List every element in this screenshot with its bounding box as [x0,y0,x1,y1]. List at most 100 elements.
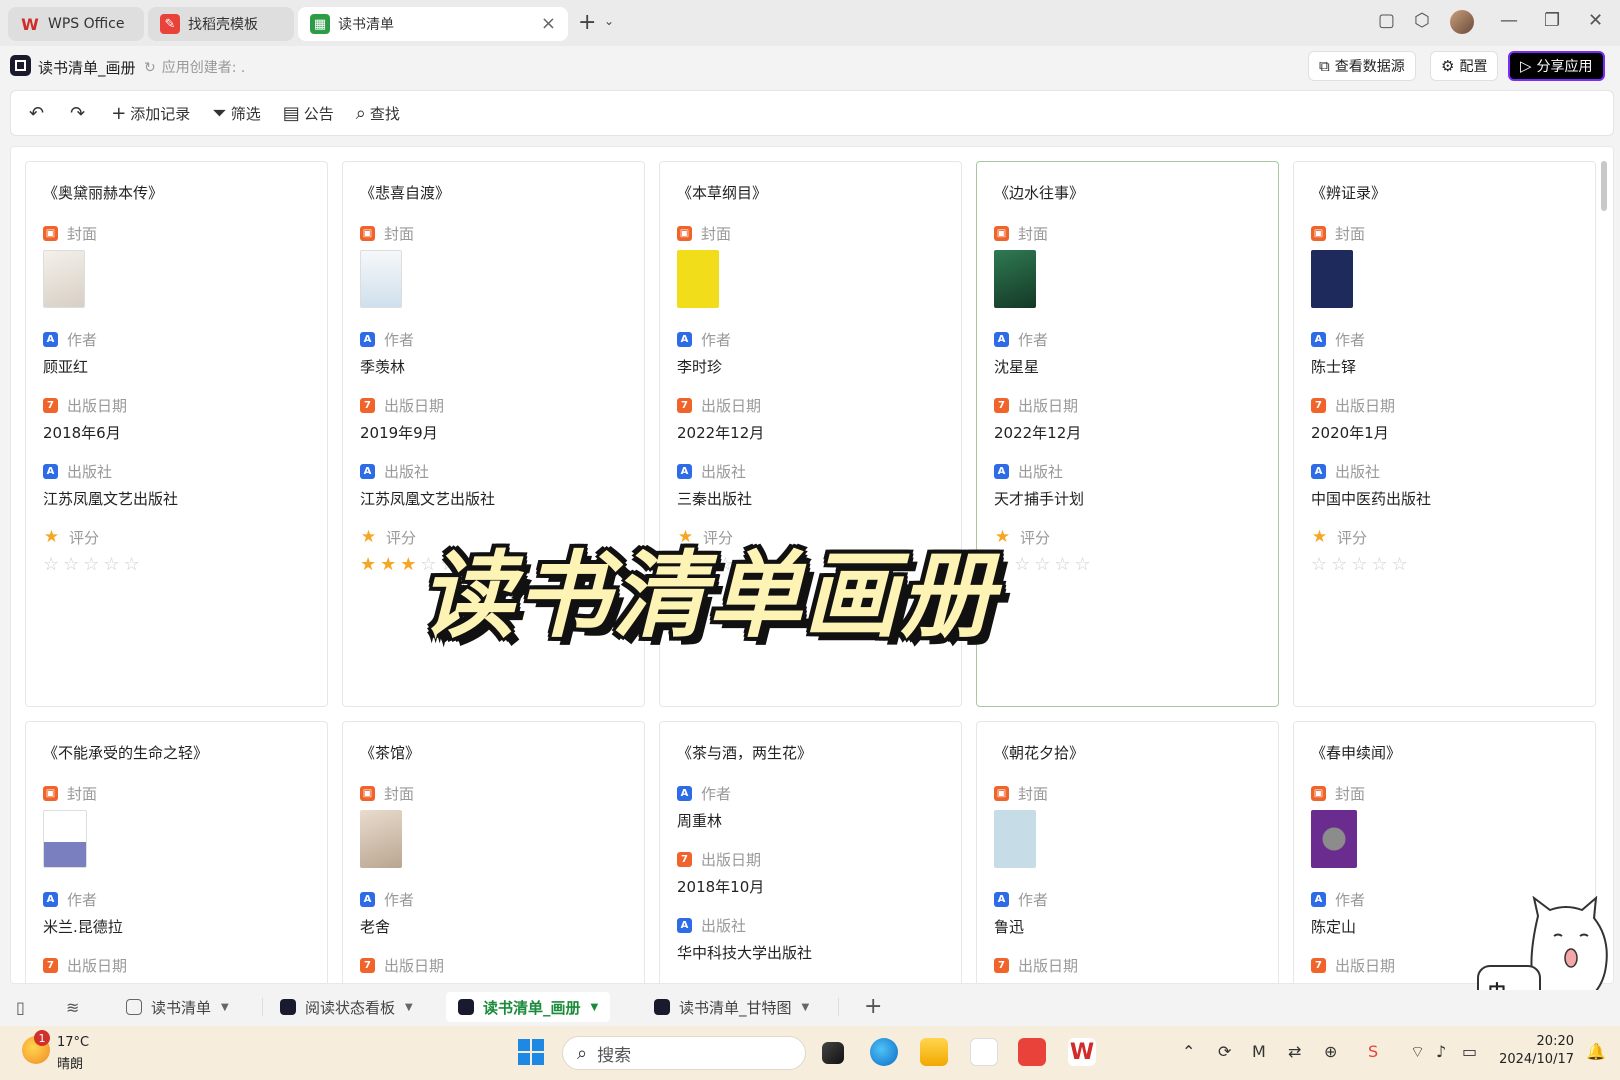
layers-icon[interactable]: ≋ [66,998,79,1017]
image-icon: ▣ [43,785,58,801]
chevron-down-icon[interactable]: ▼ [802,1002,810,1013]
rating-stars[interactable]: ☆☆☆☆☆ [1311,554,1578,575]
field-label-cover: ▣ 封面 [43,784,310,803]
wps-taskbar-icon[interactable]: W [1068,1038,1096,1066]
config-button[interactable]: ⚙ 配置 [1430,51,1499,81]
star-icon: ★ [360,527,377,547]
tab-template-store[interactable]: ✎ 找稻壳模板 [148,7,294,41]
chevron-down-icon[interactable]: ▼ [591,1002,599,1013]
transfer-icon[interactable]: ⇄ [1288,1042,1301,1061]
huawei-app-icon[interactable] [1018,1038,1046,1066]
book-cover[interactable] [43,810,87,868]
book-cover[interactable] [43,250,85,308]
label-text: 作者 [1018,890,1049,909]
sheet-tab-gallery[interactable]: 读书清单_画册 ▼ [446,992,611,1022]
book-cover[interactable] [994,250,1036,308]
image-icon: ▣ [360,785,375,801]
sogou-icon[interactable]: S [1368,1042,1378,1061]
image-icon: ▣ [1311,785,1326,801]
file-explorer-icon[interactable] [920,1038,948,1066]
text-field-icon: A [360,891,375,907]
field-label-publisher: A 出版社 [677,916,944,935]
chevron-down-icon[interactable]: ▼ [221,1002,229,1013]
undo-button[interactable]: ↶ [29,103,48,124]
tab-label: WPS Office [48,16,125,32]
book-card[interactable]: 《茶馆》 ▣ 封面 A 作者 老舍 7 出版日期 [342,721,645,983]
label-text: 封面 [1335,224,1366,243]
window-layout-icon[interactable]: ▢ [1378,10,1395,31]
label-text: 出版日期 [701,396,762,415]
sidebar-toggle-icon[interactable]: ▯ [16,998,25,1017]
book-cover[interactable] [1311,810,1357,868]
text-field-icon: A [43,331,58,347]
book-cover[interactable] [360,810,402,868]
restore-icon[interactable]: ❐ [1544,10,1560,31]
close-window-icon[interactable]: ✕ [1588,10,1603,31]
wifi-icon[interactable]: ⌔ [1410,1042,1425,1062]
book-card[interactable]: 《朝花夕拾》 ▣ 封面 A 作者 鲁迅 7 出版日期 [976,721,1279,983]
app-m-icon[interactable] [970,1038,998,1066]
add-record-button[interactable]: + 添加记录 [111,103,190,124]
overlay-headline: 读书清单画册 [420,542,997,651]
app-icon [280,999,296,1015]
system-clock[interactable]: 20:20 2024/10/17 [1498,1034,1574,1070]
volume-icon[interactable]: ♪ [1436,1042,1446,1061]
view-data-source-button[interactable]: ⧉ 查看数据源 [1308,51,1416,81]
author-value: 陈士铎 [1311,358,1357,376]
tab-reading-list[interactable]: ▦ 读书清单 × [298,7,568,41]
edge-browser-icon[interactable] [870,1038,898,1066]
windows-start-icon[interactable] [518,1039,544,1065]
tab-wps-office[interactable]: W WPS Office [8,7,144,41]
chevron-down-icon[interactable]: ▼ [405,1002,413,1013]
refresh-icon: ↻ [144,60,156,76]
rating-stars[interactable]: ★☆☆☆☆ [994,554,1261,575]
book-card[interactable]: 《茶与酒，两生花》 A 作者 周重林 7 出版日期 2018年10月 A 出版社 华中… [659,721,962,983]
field-label-cover: ▣ 封面 [43,224,310,243]
cube-icon[interactable]: ⬡ [1414,10,1430,31]
chevron-up-icon[interactable]: ⌃ [1182,1042,1195,1061]
close-tab-icon[interactable]: × [541,13,556,34]
book-cover[interactable] [360,250,402,308]
chevron-down-icon[interactable]: ⌄ [604,14,614,28]
add-sheet-icon[interactable]: + [864,994,882,1019]
star-icon: ★ [43,527,60,547]
book-cover[interactable] [994,810,1036,868]
book-cover[interactable] [677,250,719,308]
book-card[interactable]: 《奥黛丽赫本传》 ▣ 封面 A 作者 顾亚红 7 出版日期 2018年6月 A 出版社 … [25,161,328,707]
label-text: 出版社 [701,462,747,481]
task-view-icon[interactable] [822,1042,844,1064]
label-text: 封面 [1018,784,1049,803]
label-text: 封面 [67,224,98,243]
app-m-tray-icon[interactable]: M [1252,1042,1266,1061]
battery-icon[interactable]: ▭ [1462,1042,1477,1061]
label-text: 作者 [67,330,98,349]
announcement-button[interactable]: ▤ 公告 [283,103,334,124]
label-text: 出版社 [384,462,430,481]
book-card[interactable]: 《不能承受的生命之轻》 ▣ 封面 A 作者 米兰.昆德拉 7 出版日期 [25,721,328,983]
vertical-scrollbar[interactable] [1601,161,1607,211]
find-button[interactable]: ⌕ 查找 [356,103,400,124]
minimize-icon[interactable]: — [1500,10,1518,31]
sheet-tab-reading-status-board[interactable]: 阅读状态看板 ▼ [268,992,425,1022]
avatar[interactable] [1450,10,1474,34]
filter-button[interactable]: ⏷ 筛选 [212,103,260,124]
label-text: 作者 [701,784,732,803]
tab-label: 读书清单_甘特图 [679,998,792,1017]
publisher-value: 天才捕手计划 [994,490,1085,508]
redo-button[interactable]: ↷ [70,103,89,124]
book-cover[interactable] [1311,250,1353,308]
bell-icon[interactable]: 🔔 [1586,1042,1606,1061]
ime-icon[interactable]: ⊕ [1324,1042,1337,1061]
share-app-button[interactable]: ▷ 分享应用 [1508,51,1605,81]
sync-icon[interactable]: ⟳ [1218,1042,1231,1061]
book-card[interactable]: 《边水往事》 ▣ 封面 A 作者 沈星星 7 出版日期 2022年12月 A 出版社 天… [976,161,1279,707]
button-label: 查找 [369,104,400,123]
sheet-tab-gantt[interactable]: 读书清单_甘特图 ▼ [642,992,821,1022]
sheet-tab-reading-list[interactable]: 读书清单 ▼ [114,992,241,1022]
book-card[interactable]: 《辨证录》 ▣ 封面 A 作者 陈士铎 7 出版日期 2020年1月 A 出版社 中国中… [1293,161,1596,707]
app-icon [458,999,474,1015]
rating-stars[interactable]: ☆☆☆☆☆ [43,554,310,575]
calendar-icon: 7 [677,397,692,413]
new-tab-icon[interactable]: + [578,10,596,35]
taskbar-search[interactable]: ⌕ 搜索 [562,1036,806,1070]
